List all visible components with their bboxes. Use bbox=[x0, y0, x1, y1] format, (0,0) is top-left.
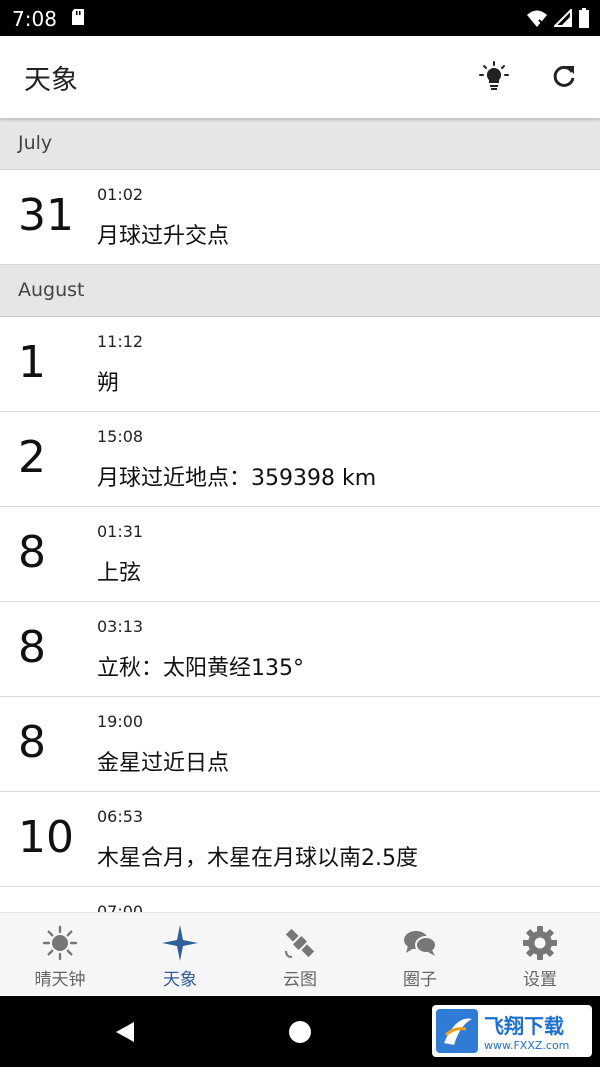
list-item[interactable]: 10 06:53 木星合月，木星在月球以南2.5度 bbox=[0, 792, 600, 887]
event-time: 19:00 bbox=[97, 712, 144, 731]
nav-label: 天象 bbox=[163, 970, 197, 990]
sun-icon bbox=[42, 925, 78, 961]
refresh-button[interactable] bbox=[544, 56, 584, 96]
event-time: 01:02 bbox=[97, 185, 144, 204]
watermark-logo: 飞翔下载 www.FXXZ.com bbox=[432, 1005, 592, 1057]
nav-item-sunny-clock[interactable]: 晴天钟 bbox=[0, 913, 120, 997]
svg-text:飞翔下载: 飞翔下载 bbox=[484, 1014, 564, 1038]
lightbulb-icon bbox=[479, 61, 509, 90]
home-icon[interactable] bbox=[288, 1020, 312, 1044]
month-header: August bbox=[0, 265, 600, 317]
event-time: 01:31 bbox=[97, 522, 144, 541]
wifi-icon bbox=[527, 10, 547, 27]
nav-item-cloud-map[interactable]: 云图 bbox=[240, 913, 360, 997]
event-day: 8 bbox=[18, 622, 46, 673]
nav-label: 圈子 bbox=[403, 970, 437, 990]
battery-icon bbox=[579, 8, 589, 28]
event-day: 10 bbox=[18, 812, 74, 863]
system-status-icons bbox=[526, 7, 590, 29]
svg-text:www.FXXZ.com: www.FXXZ.com bbox=[484, 1039, 569, 1052]
satellite-icon bbox=[285, 928, 315, 958]
event-time: 11:12 bbox=[97, 332, 144, 351]
signal-icon bbox=[554, 9, 572, 27]
event-day: 2 bbox=[18, 432, 46, 483]
event-time: 15:08 bbox=[97, 427, 144, 446]
list-item[interactable]: 12 07:00 bbox=[0, 887, 600, 912]
lightbulb-button[interactable] bbox=[474, 56, 514, 96]
bottom-navigation: 晴天钟 天象 云图 圈子 设置 bbox=[0, 912, 600, 996]
event-time: 07:00 bbox=[97, 902, 144, 912]
chat-bubbles-icon bbox=[404, 931, 437, 956]
event-description: 上弦 bbox=[97, 561, 142, 586]
event-description: 金星过近日点 bbox=[97, 751, 230, 776]
nav-item-circle[interactable]: 圈子 bbox=[360, 913, 480, 997]
nav-label: 晴天钟 bbox=[34, 970, 86, 990]
list-item[interactable]: 8 01:31 上弦 bbox=[0, 507, 600, 602]
nav-item-settings[interactable]: 设置 bbox=[480, 913, 600, 997]
list-item[interactable]: 1 11:12 朔 bbox=[0, 317, 600, 412]
event-time: 03:13 bbox=[97, 617, 144, 636]
event-day: 31 bbox=[18, 190, 74, 241]
status-bar: 7:08 bbox=[0, 0, 600, 36]
list-item[interactable]: 8 03:13 立秋：太阳黄经135° bbox=[0, 602, 600, 697]
list-item[interactable]: 2 15:08 月球过近地点：359398 km bbox=[0, 412, 600, 507]
event-description: 月球过近地点：359398 km bbox=[97, 466, 377, 491]
event-day: 8 bbox=[18, 717, 46, 768]
event-time: 06:53 bbox=[97, 807, 144, 826]
event-day: 1 bbox=[18, 337, 46, 388]
event-description: 立秋：太阳黄经135° bbox=[97, 656, 304, 681]
list-item[interactable]: 31 01:02 月球过升交点 bbox=[0, 170, 600, 265]
list-item[interactable]: 8 19:00 金星过近日点 bbox=[0, 697, 600, 792]
star-icon bbox=[162, 925, 198, 961]
event-list[interactable]: July 31 01:02 月球过升交点 August 1 11:12 朔 2 … bbox=[0, 118, 600, 912]
event-description: 朔 bbox=[97, 371, 120, 396]
gear-icon bbox=[523, 926, 557, 960]
back-icon[interactable] bbox=[114, 1020, 136, 1044]
page-title: 天象 bbox=[24, 65, 78, 96]
refresh-icon bbox=[553, 65, 575, 87]
nav-item-astronomy[interactable]: 天象 bbox=[120, 913, 240, 997]
nav-label: 云图 bbox=[283, 970, 317, 990]
event-description: 木星合月，木星在月球以南2.5度 bbox=[97, 846, 418, 871]
nav-label: 设置 bbox=[523, 970, 557, 990]
event-description: 月球过升交点 bbox=[97, 224, 230, 249]
app-bar: 天象 bbox=[0, 36, 600, 118]
status-time: 7:08 bbox=[12, 7, 57, 31]
month-header: July bbox=[0, 118, 600, 170]
event-day: 8 bbox=[18, 527, 46, 578]
sd-card-icon bbox=[72, 9, 84, 25]
